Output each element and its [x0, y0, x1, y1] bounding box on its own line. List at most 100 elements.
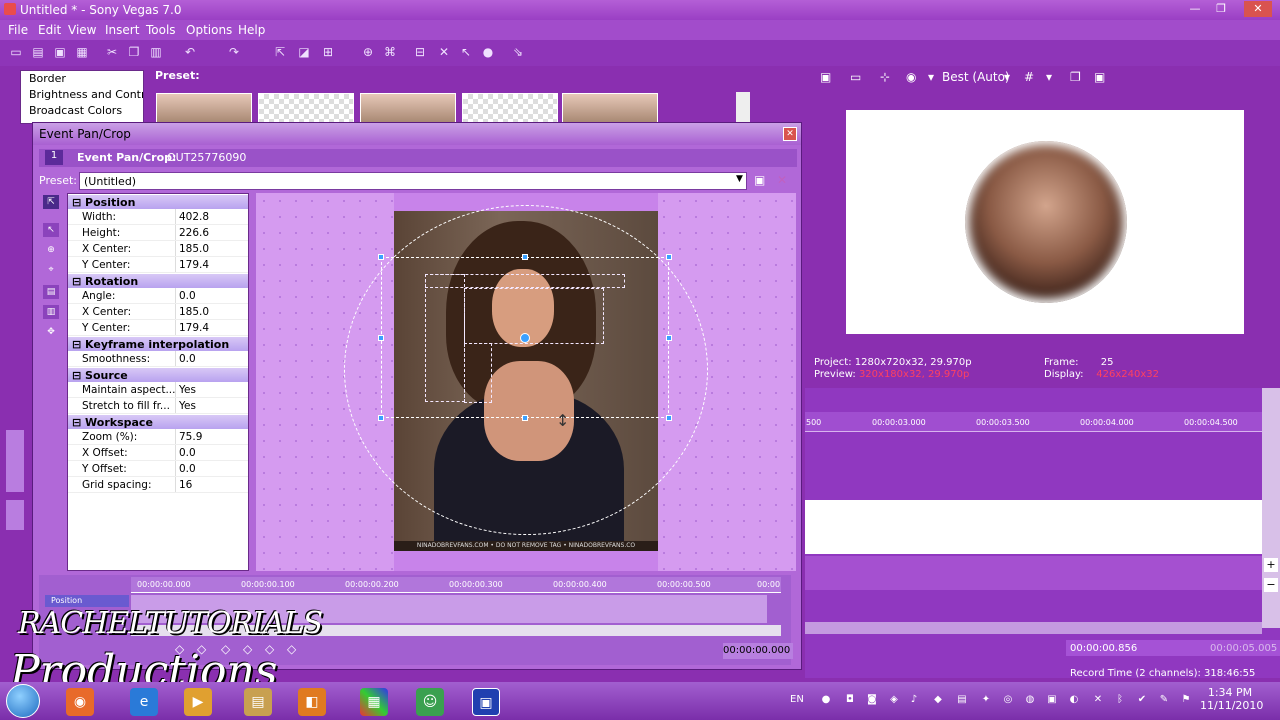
tray-icon[interactable]: ◍ [1022, 692, 1038, 708]
paint-icon[interactable]: ▦ [360, 688, 388, 716]
resize-handle[interactable] [378, 415, 384, 421]
start-button[interactable] [6, 684, 40, 718]
resize-handle[interactable] [378, 254, 384, 260]
chevron-down-icon[interactable]: ▾ [1046, 70, 1052, 84]
save-snapshot-icon[interactable]: ▣ [1094, 70, 1105, 84]
resize-handle[interactable] [666, 415, 672, 421]
minimize-button[interactable]: — [1184, 1, 1206, 17]
network-icon[interactable]: ▤ [954, 692, 970, 708]
fx-item[interactable]: Brightness and Contrast [21, 87, 143, 103]
messenger-icon[interactable]: ☺ [416, 688, 444, 716]
zoom-icon[interactable]: ⊕ [43, 243, 59, 257]
media-icon[interactable]: ▶ [184, 688, 212, 716]
resize-handle[interactable] [522, 415, 528, 421]
prop-row[interactable]: Height: 226.6 [68, 225, 248, 241]
dialog-close-icon[interactable]: ✕ [783, 127, 797, 141]
section-position[interactable]: ⊟ Position [68, 194, 248, 209]
resize-handle[interactable] [522, 254, 528, 260]
preview-quality[interactable]: Best (Auto) [942, 70, 1010, 84]
open-icon[interactable]: ▤ [30, 44, 46, 60]
bluetooth-icon[interactable]: ᛒ [1112, 692, 1128, 708]
resize-handle[interactable] [666, 335, 672, 341]
tray-icon[interactable]: ● [818, 692, 834, 708]
fx-item[interactable]: Border [21, 71, 143, 87]
tray-icon[interactable]: ✔ [1134, 692, 1150, 708]
edit-in-place-icon[interactable]: ▥ [43, 305, 59, 319]
save-preset-icon[interactable]: ▣ [754, 173, 765, 187]
menu-file[interactable]: File [8, 23, 28, 37]
move-freely-icon[interactable]: ✥ [43, 325, 59, 339]
prop-row[interactable]: Smoothness: 0.0 [68, 351, 248, 367]
envelope-tool-icon[interactable]: ◪ [296, 44, 312, 60]
action-center-icon[interactable]: ⚑ [1178, 692, 1194, 708]
horizontal-scrollbar[interactable] [805, 622, 1262, 634]
menu-tools[interactable]: Tools [146, 23, 176, 37]
section-workspace[interactable]: ⊟ Workspace [68, 414, 248, 429]
prop-row[interactable]: Y Center: 179.4 [68, 320, 248, 336]
paste-icon[interactable]: ▥ [148, 44, 164, 60]
overlays-icon[interactable]: ◉ [906, 70, 916, 84]
menu-insert[interactable]: Insert [105, 23, 139, 37]
volume-icon[interactable]: ♪ [906, 692, 922, 708]
language-indicator[interactable]: EN [790, 694, 804, 705]
prop-row[interactable]: X Offset: 0.0 [68, 445, 248, 461]
prop-row[interactable]: Stretch to fill fr... Yes [68, 398, 248, 414]
properties-icon[interactable]: ▦ [74, 44, 90, 60]
sync-cursor-icon[interactable]: ▤ [43, 285, 59, 299]
tray-icon[interactable]: ◈ [886, 692, 902, 708]
aspect-icon[interactable]: ⌖ [43, 263, 59, 277]
ie-icon[interactable]: e [130, 688, 158, 716]
close-button[interactable]: ✕ [1244, 1, 1272, 17]
selection-tool-icon[interactable]: ⊞ [320, 44, 336, 60]
section-source[interactable]: ⊟ Source [68, 367, 248, 382]
prop-row[interactable]: X Center: 185.0 [68, 241, 248, 257]
tray-icon[interactable]: ✕ [1090, 692, 1106, 708]
clock[interactable]: 1:34 PM 11/11/2010 [1200, 686, 1263, 712]
tray-icon[interactable]: ✦ [978, 692, 994, 708]
firefox-icon[interactable]: ◉ [66, 688, 94, 716]
menu-options[interactable]: Options [186, 23, 232, 37]
section-keyframe-interpolation[interactable]: ⊟ Keyframe interpolation [68, 336, 248, 351]
chevron-down-icon[interactable]: ▾ [1004, 70, 1010, 84]
redo-icon[interactable]: ↷ [226, 44, 242, 60]
prop-row[interactable]: Y Center: 179.4 [68, 257, 248, 273]
prop-row[interactable]: Maintain aspect... Yes [68, 382, 248, 398]
keyframe-time[interactable]: 00:00:00.000 [723, 643, 793, 659]
snap-icon[interactable]: ⌘ [382, 44, 398, 60]
undo-icon[interactable]: ↶ [182, 44, 198, 60]
vertical-scrollbar[interactable] [1262, 388, 1280, 628]
zoom-in-icon[interactable]: + [1264, 558, 1278, 572]
tray-icon[interactable]: ◘ [842, 692, 858, 708]
preview-device-icon[interactable]: ▭ [850, 70, 861, 84]
split-screen-icon[interactable]: ⊹ [880, 70, 890, 84]
fx-item[interactable]: Broadcast Colors [21, 103, 143, 119]
delete-preset-icon[interactable]: ✕ [777, 173, 787, 187]
resize-handle[interactable] [378, 335, 384, 341]
prop-row[interactable]: X Center: 185.0 [68, 304, 248, 320]
preset-dropdown[interactable]: (Untitled) ▼ [79, 172, 747, 190]
marker-icon[interactable]: ● [480, 44, 496, 60]
copy-snapshot-icon[interactable]: ❐ [1070, 70, 1081, 84]
copy-icon[interactable]: ❐ [126, 44, 142, 60]
explorer-icon[interactable]: ▤ [244, 688, 272, 716]
tray-icon[interactable]: ◙ [864, 692, 880, 708]
zoom-out-icon[interactable]: − [1264, 578, 1278, 592]
menu-edit[interactable]: Edit [38, 23, 61, 37]
preset-scrollbar[interactable] [736, 92, 750, 126]
menu-view[interactable]: View [68, 23, 96, 37]
audio-track[interactable] [805, 556, 1263, 590]
video-fx-list[interactable]: Border Brightness and Contrast Broadcast… [20, 70, 144, 124]
preview-properties-icon[interactable]: ▣ [820, 70, 831, 84]
auto-ripple-icon[interactable]: ⊟ [412, 44, 428, 60]
tray-icon[interactable]: ◆ [930, 692, 946, 708]
chevron-down-icon[interactable]: ▼ [736, 174, 743, 184]
track-header[interactable] [6, 500, 24, 530]
prop-row[interactable]: Y Offset: 0.0 [68, 461, 248, 477]
tray-icon[interactable]: ◐ [1066, 692, 1082, 708]
add-keyframe-icon[interactable]: ◇ [287, 642, 296, 656]
move-icon[interactable]: ↖ [43, 223, 59, 237]
quality-dropdown-icon[interactable]: ▾ [928, 70, 934, 84]
cut-icon[interactable]: ✂ [104, 44, 120, 60]
zoom-tool-icon[interactable]: ⊕ [360, 44, 376, 60]
vegas-icon[interactable]: ▣ [472, 688, 500, 716]
